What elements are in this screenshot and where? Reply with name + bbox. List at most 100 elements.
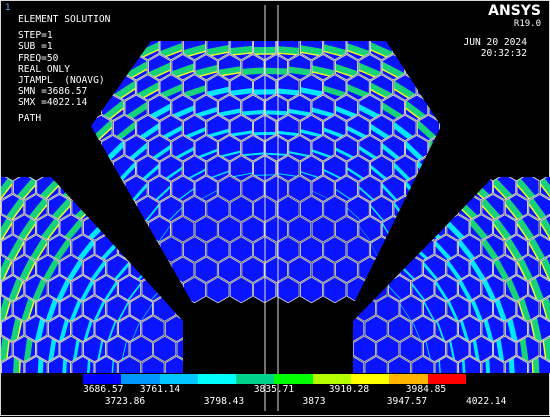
mesh-cell bbox=[330, 336, 352, 362]
mesh-cell bbox=[365, 275, 387, 301]
mesh-cell bbox=[365, 316, 387, 342]
legend-label-bottom-2: 3798.43 bbox=[204, 396, 244, 407]
mesh-cell bbox=[277, 277, 299, 303]
mesh-cell bbox=[183, 237, 205, 263]
frequency-line: FREQ=50 bbox=[18, 53, 110, 64]
mesh-cell bbox=[219, 176, 241, 202]
mesh-cell bbox=[265, 176, 287, 202]
time-label: 20:32:32 bbox=[481, 48, 527, 59]
mesh-cell bbox=[142, 316, 164, 342]
mesh-cell bbox=[130, 336, 152, 362]
mesh-cell bbox=[219, 216, 241, 242]
mesh-cell bbox=[95, 194, 121, 221]
version-label: R19.0 bbox=[514, 19, 541, 29]
mesh-cell bbox=[219, 257, 241, 283]
mesh-cell bbox=[137, 237, 160, 266]
solution-info-block: ELEMENT SOLUTION STEP=1 SUB =1 FREQ=50 R… bbox=[18, 14, 110, 109]
mesh-cell bbox=[107, 215, 133, 242]
mesh-cell bbox=[342, 316, 364, 342]
mesh-cell bbox=[312, 216, 334, 242]
mesh-cell bbox=[413, 34, 441, 60]
mesh-cell bbox=[347, 277, 369, 303]
legend-label-top-1: 3686.57 bbox=[83, 384, 123, 395]
mesh-cell bbox=[277, 237, 299, 263]
mesh-cell bbox=[242, 176, 264, 202]
mesh-cell bbox=[277, 196, 299, 222]
mesh-cell bbox=[353, 296, 375, 322]
mesh-cell bbox=[90, 196, 114, 225]
legend-label-bottom-1: 3723.86 bbox=[105, 396, 145, 407]
mesh-cell bbox=[415, 196, 439, 225]
mesh-cell bbox=[183, 196, 205, 222]
legend-label-top-4: 3910.28 bbox=[329, 384, 369, 395]
legend-color-9 bbox=[389, 374, 427, 384]
mesh-cell bbox=[112, 34, 140, 60]
mesh-cell bbox=[312, 257, 334, 283]
mesh-cell bbox=[353, 336, 375, 362]
mesh-cell bbox=[324, 237, 346, 263]
legend-color-4 bbox=[198, 374, 236, 384]
mesh-cell bbox=[335, 216, 357, 242]
mesh-cell bbox=[172, 216, 194, 242]
legend-color-6 bbox=[274, 374, 312, 384]
mesh-cell bbox=[335, 257, 357, 283]
mesh-cell bbox=[347, 237, 369, 263]
mesh-cell bbox=[396, 215, 423, 242]
mesh-cell bbox=[230, 196, 252, 222]
ansys-logo: ANSYS bbox=[488, 3, 541, 19]
mesh-cell bbox=[443, 174, 470, 201]
legend-color-7 bbox=[313, 374, 351, 384]
max-value-line: SMX =4022.14 bbox=[18, 97, 110, 108]
mesh-cell bbox=[289, 176, 311, 202]
legend-color-2 bbox=[121, 374, 159, 384]
step-line: STEP=1 bbox=[18, 30, 110, 41]
mesh-cell bbox=[195, 257, 217, 283]
graphics-viewport[interactable]: 1 ELEMENT SOLUTION STEP=1 SUB =1 FREQ=50… bbox=[0, 0, 550, 416]
mesh-cell bbox=[165, 316, 187, 342]
mesh-cell bbox=[289, 216, 311, 242]
legend-label-top-3: 3835.71 bbox=[254, 384, 294, 395]
legend-color-5 bbox=[236, 374, 274, 384]
mesh-cell bbox=[177, 336, 199, 362]
legend-color-10 bbox=[428, 374, 466, 384]
mesh-cell bbox=[425, 55, 452, 82]
mesh-cell bbox=[300, 237, 322, 263]
mesh-cell bbox=[400, 336, 422, 362]
mesh-cell bbox=[230, 237, 252, 263]
mesh-cell bbox=[377, 296, 399, 322]
legend-label-top-5: 3984.85 bbox=[406, 384, 446, 395]
mesh-cell bbox=[160, 237, 182, 263]
min-value-line: SMN =3686.57 bbox=[18, 86, 110, 97]
mesh-cell bbox=[172, 257, 194, 283]
mesh-cell bbox=[230, 277, 252, 303]
mesh-cell bbox=[384, 235, 411, 262]
mesh-cell bbox=[404, 216, 428, 245]
result-item-line: JTAMPL (NOAVG) bbox=[18, 75, 110, 86]
mesh-cell bbox=[431, 194, 457, 221]
mesh-cell bbox=[324, 277, 346, 303]
mesh-cell bbox=[242, 216, 264, 242]
window-number: 1 bbox=[5, 3, 10, 13]
mesh-cell bbox=[426, 176, 451, 204]
mesh-cell bbox=[407, 194, 434, 221]
solution-title: ELEMENT SOLUTION bbox=[18, 14, 110, 25]
legend-label-bottom-4: 3947.57 bbox=[387, 396, 427, 407]
date-label: JUN 20 2024 bbox=[463, 37, 527, 48]
mesh-cell bbox=[265, 216, 287, 242]
substep-line: SUB =1 bbox=[18, 41, 110, 52]
mesh-cell bbox=[265, 257, 287, 283]
legend-label-bottom-3: 3873 bbox=[302, 396, 325, 407]
mesh-cell bbox=[324, 196, 346, 222]
mesh-cell bbox=[300, 277, 322, 303]
mesh-center-cluster bbox=[89, 34, 451, 305]
mesh-cell bbox=[183, 277, 205, 303]
real-only-line: REAL ONLY bbox=[18, 64, 110, 75]
mesh-cell bbox=[207, 196, 229, 222]
mesh-cell bbox=[207, 277, 229, 303]
mesh-cell bbox=[207, 237, 229, 263]
contour-legend-bar bbox=[83, 374, 466, 384]
mesh-cell bbox=[388, 316, 410, 342]
legend-color-8 bbox=[351, 374, 389, 384]
mesh-cell bbox=[300, 196, 322, 222]
mesh-cell bbox=[289, 257, 311, 283]
